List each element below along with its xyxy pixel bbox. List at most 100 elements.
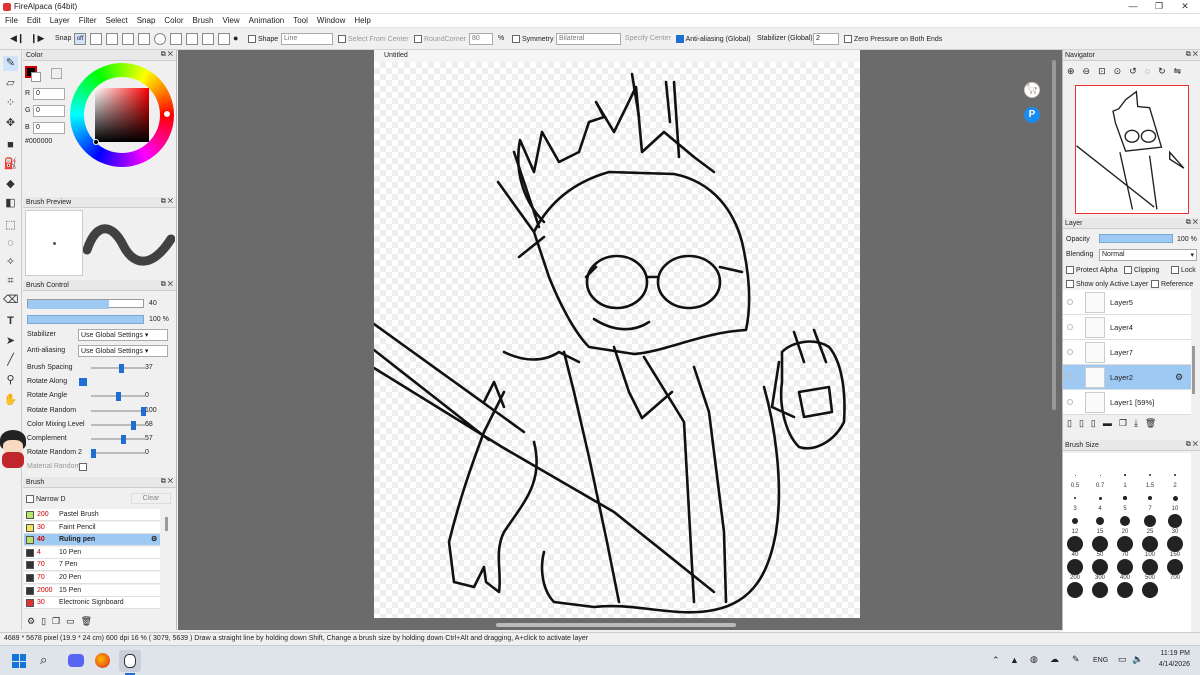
layer-visibility-icon[interactable] xyxy=(1067,399,1073,405)
duplicate-layer-icon[interactable]: ❐ xyxy=(1119,418,1134,428)
eyedropper-tool-icon[interactable]: ⚲ xyxy=(3,373,18,388)
brush-size-dot[interactable] xyxy=(1098,496,1102,500)
round-corner-input[interactable]: 80 xyxy=(469,33,493,45)
snap-off-button[interactable]: off xyxy=(74,33,86,45)
snap-grid2-icon[interactable] xyxy=(202,33,214,45)
brush-list-item[interactable]: 70 7 Pen xyxy=(24,559,160,572)
menu-select[interactable]: Select xyxy=(100,14,131,25)
rotate-right-icon[interactable]: ↻ xyxy=(1158,66,1174,76)
lasso-tool-icon[interactable]: ◌ xyxy=(3,236,18,251)
flip-icon[interactable]: ⇋ xyxy=(1174,66,1190,76)
slider-knob[interactable] xyxy=(91,449,96,459)
panel-controls-icon[interactable]: ⧉ ✕ xyxy=(1186,441,1198,449)
brush-list-scrollbar[interactable] xyxy=(165,517,168,531)
brush-size-dot[interactable] xyxy=(1148,496,1152,500)
clear-button[interactable]: Clear xyxy=(131,493,171,504)
menu-file[interactable]: File xyxy=(0,14,22,25)
zoom-fit-icon[interactable]: ⊡ xyxy=(1098,66,1114,76)
brush-control-checkbox[interactable] xyxy=(79,463,87,472)
brush-list-item[interactable]: 70 20 Pen xyxy=(24,572,160,584)
brush-size-dot[interactable] xyxy=(1142,582,1158,598)
brush-size-dot[interactable] xyxy=(1067,536,1083,552)
color-picker-handle[interactable] xyxy=(93,139,99,145)
brush-size-dot[interactable] xyxy=(1096,517,1104,525)
select-from-center-toggle[interactable]: Select From Center xyxy=(338,35,409,43)
document-tab[interactable]: Untitled xyxy=(374,50,860,62)
brush-size-dot[interactable] xyxy=(1072,518,1078,524)
menu-layer[interactable]: Layer xyxy=(45,14,74,25)
layer-visibility-icon[interactable] xyxy=(1067,374,1073,380)
shape-toggle[interactable]: Shape xyxy=(248,35,278,43)
brush-size-dot[interactable] xyxy=(1168,514,1182,528)
brush-size-dot[interactable] xyxy=(1067,582,1083,598)
rotate-reset-icon[interactable]: ◌ xyxy=(1145,66,1158,76)
brush-settings-icon[interactable]: ⚙ xyxy=(27,616,41,626)
brush-list-item[interactable]: 30 Electronic Signboard xyxy=(24,597,160,610)
shape-select[interactable]: Line xyxy=(281,33,333,45)
network-icon[interactable]: ▭ xyxy=(1118,654,1127,665)
layer-opacity-slider[interactable] xyxy=(1099,234,1173,243)
brush-size-dot[interactable] xyxy=(1124,474,1126,476)
volume-icon[interactable]: 🔈 xyxy=(1132,654,1143,665)
start-icon[interactable] xyxy=(12,654,26,668)
brush-size-dot[interactable] xyxy=(1120,516,1130,526)
brush-size-dot[interactable] xyxy=(1142,559,1158,575)
select-pen-icon[interactable]: ⌗ xyxy=(3,274,18,289)
layer-list-scrollbar[interactable] xyxy=(1192,346,1195,394)
slider-knob[interactable] xyxy=(118,364,124,373)
brush-settings-gear-icon[interactable]: ⚙ xyxy=(151,535,157,543)
divide-tool-icon[interactable]: ╱ xyxy=(3,353,18,368)
brush-size-dot[interactable] xyxy=(1142,536,1158,552)
slider-knob[interactable] xyxy=(121,435,126,444)
folder-icon[interactable]: ▭ xyxy=(66,616,81,626)
layer-row[interactable]: Layer7 xyxy=(1063,340,1191,365)
antialiasing-toggle[interactable]: Anti-aliasing (Global) xyxy=(676,35,751,43)
brush-control-slider[interactable] xyxy=(91,364,145,373)
brush-list-item[interactable]: 40 Ruling pen ⚙ xyxy=(24,534,160,547)
panel-controls-icon[interactable]: ⧉ ✕ xyxy=(161,478,173,486)
brush-size-dot[interactable] xyxy=(1167,536,1183,552)
blending-select[interactable]: Normal ▾ xyxy=(1099,249,1197,261)
brush-antialias-select[interactable]: Use Global Settings ▾ xyxy=(78,345,168,357)
brush-control-slider[interactable] xyxy=(91,449,145,459)
snap-point-icon[interactable]: ● xyxy=(233,33,238,43)
brush-size-dot[interactable] xyxy=(1117,536,1133,552)
tray-chevron-icon[interactable]: ⌃ xyxy=(992,655,1000,666)
new-folder-icon[interactable]: ▬ xyxy=(1103,418,1119,428)
brush-size-dot[interactable] xyxy=(1123,496,1127,500)
brush-stabilizer-select[interactable]: Use Global Settings ▾ xyxy=(78,329,168,341)
brush-list-item[interactable]: 4 10 Pen xyxy=(24,546,160,559)
b-input[interactable]: 0 xyxy=(33,122,65,134)
duplicate-brush-icon[interactable]: ❐ xyxy=(52,616,66,626)
round-corner-toggle[interactable]: RoundCorner xyxy=(414,35,466,43)
brush-list-item[interactable]: 2000 15 Pen xyxy=(24,584,160,597)
symmetry-toggle[interactable]: Symmetry xyxy=(512,35,553,43)
gradient-tool-icon[interactable]: ◧ xyxy=(3,196,18,211)
next-frame-icon[interactable]: ❙▶ xyxy=(30,33,44,44)
brush-list-item[interactable]: 30 Faint Pencil xyxy=(24,521,160,534)
hue-wheel[interactable] xyxy=(70,63,174,167)
text-tool-icon[interactable]: T xyxy=(3,314,18,329)
transparent-color-swatch[interactable] xyxy=(51,68,62,79)
brush-control-slider[interactable] xyxy=(91,420,145,430)
minimize-button[interactable]: — xyxy=(1120,0,1146,13)
menu-snap[interactable]: Snap xyxy=(132,14,160,25)
delete-layer-icon[interactable]: 🗑 xyxy=(1145,418,1163,428)
tray-pen-icon[interactable]: ✎ xyxy=(1072,654,1080,665)
brush-size-dot[interactable] xyxy=(1117,559,1133,575)
menu-animation[interactable]: Animation xyxy=(244,14,289,25)
brush-size-dot[interactable] xyxy=(1067,559,1083,575)
eraser-tool-icon[interactable]: ▱ xyxy=(3,76,18,91)
operation-tool-icon[interactable]: ➤ xyxy=(3,334,18,349)
background-color-swatch[interactable] xyxy=(31,72,41,82)
brush-size-dot[interactable] xyxy=(1073,496,1077,500)
panel-controls-icon[interactable]: ⧉ ✕ xyxy=(161,198,173,206)
tray-app-icon[interactable]: ▲ xyxy=(1010,655,1019,665)
g-input[interactable]: 0 xyxy=(33,105,65,117)
panel-controls-icon[interactable]: ⧉ ✕ xyxy=(1186,51,1198,59)
zoom-actual-icon[interactable]: ⊙ xyxy=(1114,66,1130,76)
move-tool-icon[interactable]: ✥ xyxy=(3,116,18,131)
snap-curve-icon[interactable] xyxy=(170,33,182,45)
brush-size-dot[interactable] xyxy=(1092,536,1108,552)
clock-time[interactable]: 11:19 PM xyxy=(1152,650,1190,657)
